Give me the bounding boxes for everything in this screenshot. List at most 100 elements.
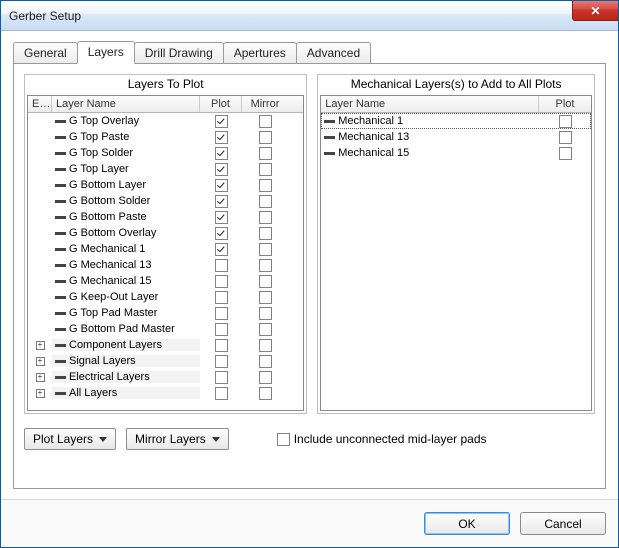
header-extension[interactable]: Ex... [28,96,52,112]
controls-row: Plot Layers Mirror Layers Include unconn… [24,424,595,450]
layer-row[interactable]: G Bottom Solder [28,193,303,209]
layer-name-cell: G Bottom Paste [52,211,200,223]
plot-checkbox[interactable] [215,275,228,288]
plot-checkbox[interactable] [215,323,228,336]
mirror-checkbox[interactable] [259,259,272,272]
plot-checkbox[interactable] [215,163,228,176]
tab-apertures[interactable]: Apertures [223,42,297,63]
mirror-checkbox[interactable] [259,355,272,368]
plot-checkbox[interactable] [215,131,228,144]
mech-plot-checkbox[interactable] [559,147,572,160]
mech-plot-checkbox[interactable] [559,131,572,144]
layer-row[interactable]: G Bottom Overlay [28,225,303,241]
mirror-checkbox[interactable] [259,243,272,256]
expand-icon[interactable]: + [36,341,45,350]
layer-row[interactable]: G Top Overlay [28,113,303,129]
layer-name-cell: G Bottom Solder [52,195,200,207]
plot-checkbox[interactable] [215,387,228,400]
expand-cell[interactable]: + [28,341,52,350]
close-button[interactable]: ✕ [572,1,618,21]
layer-row[interactable]: G Top Paste [28,129,303,145]
mirror-checkbox[interactable] [259,131,272,144]
header-layer-name[interactable]: Layer Name [52,96,200,112]
expand-cell[interactable]: + [28,389,52,398]
layer-name-text: G Top Paste [69,131,129,143]
plot-checkbox[interactable] [215,291,228,304]
plot-checkbox[interactable] [215,339,228,352]
layer-row[interactable]: + Signal Layers [28,353,303,369]
layer-name-cell: G Top Layer [52,163,200,175]
layer-row[interactable]: +Electrical Layers [28,369,303,385]
mirror-checkbox[interactable] [259,371,272,384]
layer-row[interactable]: G Top Layer [28,161,303,177]
tab-drill-drawing[interactable]: Drill Drawing [134,42,224,63]
plot-checkbox[interactable] [215,179,228,192]
mirror-layers-button[interactable]: Mirror Layers [126,428,229,450]
header-mech-layer-name[interactable]: Layer Name [321,96,539,112]
expand-icon[interactable]: + [36,373,45,382]
mirror-checkbox[interactable] [259,115,272,128]
layer-row[interactable]: G Bottom Pad Master [28,321,303,337]
expand-icon[interactable]: + [36,389,45,398]
mirror-checkbox[interactable] [259,163,272,176]
expand-icon[interactable]: + [36,357,45,366]
cancel-button[interactable]: Cancel [520,512,606,535]
ok-button[interactable]: OK [424,512,510,535]
layer-row[interactable]: G Bottom Layer [28,177,303,193]
layer-row[interactable]: +Component Layers [28,337,303,353]
plot-checkbox[interactable] [215,259,228,272]
layer-name-cell: G Mechanical 15 [52,275,200,287]
header-plot[interactable]: Plot [200,96,242,112]
layer-row[interactable]: G Mechanical 15 [28,273,303,289]
mirror-cell [242,195,288,208]
mirror-checkbox[interactable] [259,147,272,160]
layer-row[interactable]: G Mechanical 13 [28,257,303,273]
plot-checkbox[interactable] [215,115,228,128]
tab-advanced[interactable]: Advanced [296,42,371,63]
plot-checkbox[interactable] [215,211,228,224]
tab-general[interactable]: General [13,42,78,63]
grid-header-right: Layer Name Plot [321,96,591,113]
mirror-checkbox[interactable] [259,179,272,192]
plot-checkbox[interactable] [215,371,228,384]
plot-checkbox[interactable] [215,355,228,368]
layer-row[interactable]: G Bottom Paste [28,209,303,225]
mirror-checkbox[interactable] [259,195,272,208]
layer-row[interactable]: G Keep-Out Layer [28,289,303,305]
mech-layer-name-cell: Mechanical 13 [321,131,539,143]
header-mirror[interactable]: Mirror [242,96,288,112]
plot-checkbox[interactable] [215,307,228,320]
layer-row[interactable]: G Top Pad Master [28,305,303,321]
plot-checkbox[interactable] [215,243,228,256]
mech-layer-row[interactable]: Mechanical 13 [321,129,591,145]
tab-layers[interactable]: Layers [77,41,135,64]
layer-row[interactable]: G Top Solder [28,145,303,161]
plot-checkbox[interactable] [215,227,228,240]
layer-name-text: Signal Layers [69,355,136,367]
layer-name-cell: G Mechanical 1 [52,243,200,255]
plot-layers-label: Plot Layers [33,432,93,446]
mech-plot-checkbox[interactable] [559,115,572,128]
expand-cell[interactable]: + [28,373,52,382]
mirror-checkbox[interactable] [259,387,272,400]
layer-row[interactable]: G Mechanical 1 [28,241,303,257]
plot-checkbox[interactable] [215,147,228,160]
mirror-checkbox[interactable] [259,339,272,352]
include-unconnected-option[interactable]: Include unconnected mid-layer pads [277,432,487,446]
mirror-cell [242,163,288,176]
layer-row[interactable]: +All Layers [28,385,303,401]
mech-layer-row[interactable]: Mechanical 15 [321,145,591,161]
plot-checkbox[interactable] [215,195,228,208]
mirror-checkbox[interactable] [259,291,272,304]
mech-layer-row[interactable]: Mechanical 1 [321,113,591,129]
include-unconnected-checkbox[interactable] [277,433,290,446]
mirror-checkbox[interactable] [259,323,272,336]
header-mech-plot[interactable]: Plot [539,96,591,112]
plot-layers-button[interactable]: Plot Layers [24,428,116,450]
mirror-checkbox[interactable] [259,275,272,288]
expand-cell[interactable]: + [28,357,52,366]
mirror-checkbox[interactable] [259,307,272,320]
mirror-cell [242,211,288,224]
mirror-checkbox[interactable] [259,227,272,240]
mirror-checkbox[interactable] [259,211,272,224]
